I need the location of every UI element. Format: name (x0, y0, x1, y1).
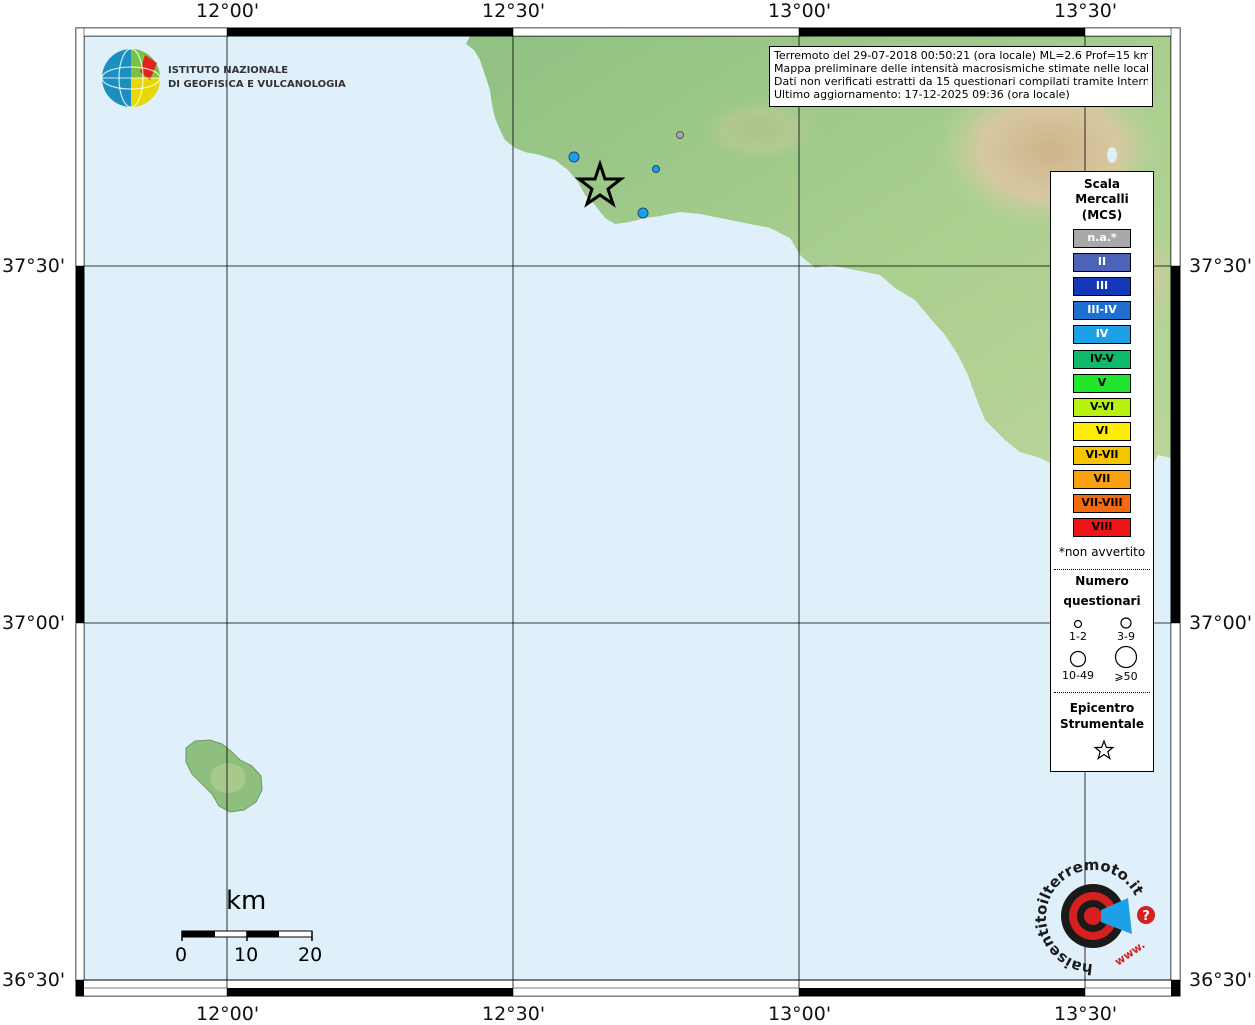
lon-label-top: 13°00' (768, 0, 832, 22)
intensity-swatch: VI (1073, 421, 1131, 441)
lon-label-bottom: 12°00' (196, 1003, 260, 1025)
count-circle-small (1073, 619, 1083, 629)
lon-label-top: 13°30' (1054, 0, 1118, 22)
lon-label-top: 12°00' (196, 0, 260, 22)
lake (1107, 147, 1117, 163)
ingv-logo-line2: DI GEOFISICA E VULCANOLOGIA (168, 79, 346, 90)
lat-label-right: 36°30' (1189, 969, 1253, 991)
count-label: 10-49 (1062, 669, 1094, 682)
count-circle-medium (1120, 617, 1132, 629)
lat-label-left: 37°00' (2, 612, 66, 634)
count-circle-xlarge (1114, 645, 1138, 669)
scale-label: 10 (234, 944, 259, 966)
epicenter-legend-star-icon (1093, 739, 1115, 760)
legend-note: *non avvertito (1058, 545, 1146, 559)
ingv-logo-line1: ISTITUTO NAZIONALE (168, 65, 289, 76)
event-info-line: Dati non verificati estratti da 15 quest… (774, 75, 1148, 88)
intensity-swatch: V (1073, 373, 1131, 393)
event-info-box: Terremoto del 29-07-2018 00:50:21 (ora l… (769, 46, 1153, 107)
lat-label-right: 37°00' (1189, 612, 1253, 634)
lat-label-right: 37°30' (1189, 255, 1253, 277)
intensity-swatch: VII (1073, 470, 1131, 489)
ingv-logo-icon (101, 48, 161, 108)
count-label: 1-2 (1069, 630, 1087, 643)
intensity-swatch: VII-VIII (1073, 494, 1131, 514)
count-label: ⩾50 (1114, 670, 1138, 683)
epicenter-title: Epicentro (1069, 701, 1135, 715)
count-label: 3-9 (1117, 630, 1135, 643)
legend-title: (MCS) (1081, 208, 1123, 222)
pantelleria-hill (210, 763, 246, 793)
observation-point[interactable] (652, 165, 660, 173)
event-info-line: Mappa preliminare delle intensità macros… (774, 62, 1148, 75)
count-title: Numero (1075, 574, 1129, 588)
legend-panel: Scala Mercalli (MCS) n.a.* II III III-IV IV I… (1050, 171, 1154, 772)
observation-point[interactable] (676, 131, 684, 139)
lon-label-top: 12°30' (482, 0, 546, 22)
intensity-swatch: IV-V (1073, 349, 1131, 369)
observation-point[interactable] (568, 151, 580, 163)
lat-label-left: 36°30' (2, 969, 66, 991)
intensity-swatch: VI-VII (1073, 445, 1131, 465)
haisentito-logo-text[interactable]: haisentitoilterremoto.it www. (1028, 852, 1158, 982)
intensity-swatch: IV (1073, 325, 1131, 345)
event-info-line: Terremoto del 29-07-2018 00:50:21 (ora l… (774, 49, 1148, 62)
lon-label-bottom: 13°30' (1054, 1003, 1118, 1025)
legend-title: Mercalli (1075, 192, 1129, 206)
intensity-swatch: V-VI (1073, 397, 1131, 417)
count-title: questionari (1063, 594, 1141, 608)
lon-label-bottom: 13°00' (768, 1003, 832, 1025)
intensity-swatch: n.a.* (1073, 229, 1131, 248)
epicenter-title: Strumentale (1059, 717, 1145, 731)
legend-title: Scala (1083, 177, 1121, 191)
intensity-swatch: II (1073, 253, 1131, 273)
legend-divider (1054, 692, 1150, 693)
event-info-line: Ultimo aggiornamento: 17-12-2025 09:36 (… (774, 88, 1070, 101)
intensity-swatch: III-IV (1073, 301, 1131, 321)
intensity-swatch: VIII (1073, 518, 1131, 538)
brand-prefix: www. (1112, 938, 1147, 968)
legend-divider (1054, 569, 1150, 570)
scale-label: 20 (298, 944, 323, 966)
observation-point[interactable] (637, 207, 649, 219)
count-circle-large (1069, 650, 1087, 668)
scale-unit: km (226, 886, 267, 916)
scale-label: 0 (175, 944, 188, 966)
hills (700, 100, 820, 160)
lon-label-bottom: 12°30' (482, 1003, 546, 1025)
intensity-swatch: III (1073, 277, 1131, 297)
lat-label-left: 37°30' (2, 255, 66, 277)
